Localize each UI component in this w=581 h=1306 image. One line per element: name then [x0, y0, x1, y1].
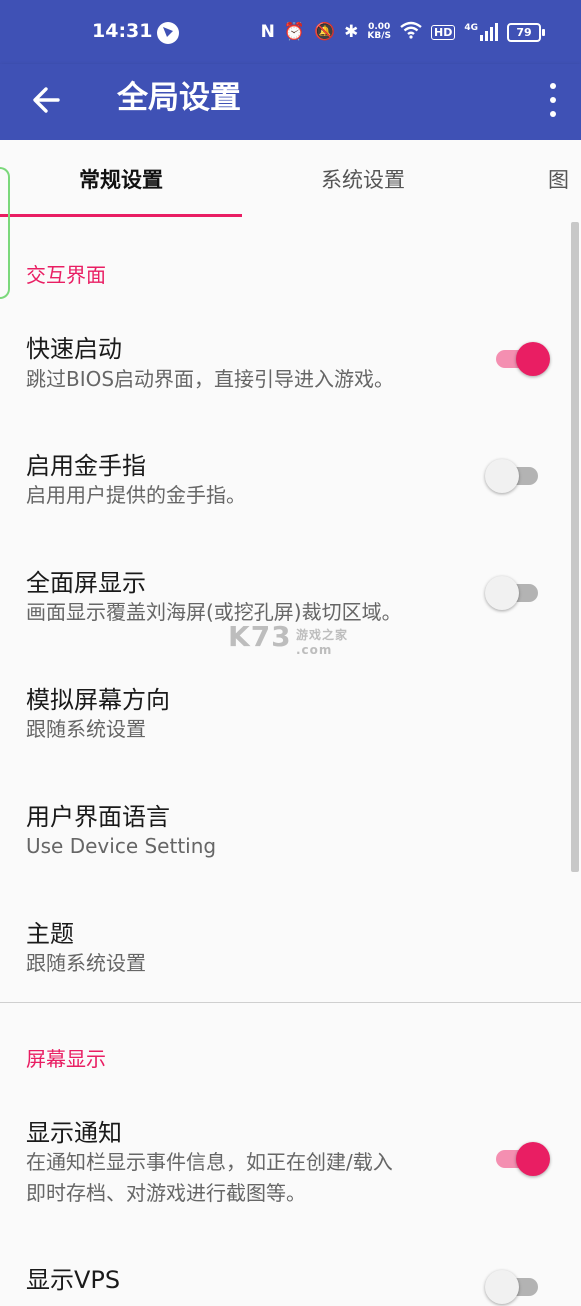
more-vert-icon [550, 83, 556, 89]
signal-label: 4G [464, 23, 478, 33]
more-options-button[interactable] [543, 76, 563, 124]
pref-cheats-summary: 启用用户提供的金手指。 [26, 483, 246, 507]
pref-screen-orientation-title[interactable]: 模拟屏幕方向 [26, 680, 170, 715]
watermark-subtitle: 游戏之家 .com [296, 628, 349, 657]
battery-indicator: 79 [507, 22, 545, 42]
tab-bar: 常规设置 系统设置 图 [0, 140, 581, 218]
switch-thumb [516, 1142, 550, 1176]
page-title: 全局设置 [117, 80, 241, 116]
back-button[interactable] [22, 76, 70, 124]
mute-icon: 🔕 [313, 22, 336, 42]
pref-notifications-summary-line2: 即时存档、对游戏进行截图等。 [26, 1181, 306, 1205]
pref-notifications-summary-line1: 在通知栏显示事件信息，如正在创建/载入 [26, 1150, 393, 1174]
tab-general-settings[interactable]: 常规设置 [0, 140, 242, 218]
network-speed-unit: KB/S [367, 31, 391, 41]
hd-badge: HD [431, 24, 456, 40]
switch-thumb [485, 1270, 519, 1304]
alarm-icon: ⏰ [283, 22, 305, 42]
fullscreen-switch[interactable] [485, 572, 542, 612]
tab-indicator [0, 214, 242, 217]
pref-cheats-title[interactable]: 启用金手指 [26, 446, 146, 481]
navigation-app-icon [157, 22, 179, 44]
cellular-signal-icon: 4G [464, 23, 498, 41]
pref-ui-language-summary: Use Device Setting [26, 834, 217, 858]
status-icons: N ⏰ 🔕 ✱ 0.00 KB/S HD 4G 79 [260, 19, 545, 45]
switch-thumb [485, 576, 519, 610]
wifi-icon [400, 21, 422, 44]
pref-notifications-title[interactable]: 显示通知 [26, 1113, 122, 1148]
show-vps-switch[interactable] [485, 1266, 542, 1306]
section-divider [0, 1002, 581, 1003]
pref-screen-orientation-summary: 跟随系统设置 [26, 717, 146, 741]
pref-ui-language-title[interactable]: 用户界面语言 [26, 797, 170, 832]
fast-boot-switch[interactable] [488, 338, 550, 378]
bluetooth-icon: ✱ [344, 22, 359, 42]
status-bar: 14:31 N ⏰ 🔕 ✱ 0.00 KB/S HD 4G 79 [0, 0, 581, 64]
nfc-icon: N [260, 22, 275, 42]
pref-theme-summary: 跟随系统设置 [26, 951, 146, 975]
status-time: 14:31 [92, 20, 153, 42]
k73-watermark: K73 游戏之家 .com [228, 620, 347, 657]
arrow-left-icon [33, 87, 60, 113]
tab-graphics-settings[interactable]: 图 [548, 140, 581, 218]
notifications-switch[interactable] [488, 1138, 550, 1178]
section-header-display: 屏幕显示 [26, 1047, 106, 1071]
watermark-logo: K73 [228, 620, 292, 653]
scrollbar[interactable] [571, 222, 579, 872]
tab-system-settings[interactable]: 系统设置 [242, 140, 484, 218]
pref-theme-title[interactable]: 主题 [26, 914, 74, 949]
edge-gesture-handle[interactable] [0, 167, 10, 299]
app-bar: 全局设置 [0, 64, 581, 140]
pref-fast-boot-summary: 跳过BIOS启动界面，直接引导进入游戏。 [26, 367, 395, 391]
cheats-switch[interactable] [485, 455, 542, 495]
pref-fast-boot-title[interactable]: 快速启动 [26, 329, 122, 364]
pref-fullscreen-title[interactable]: 全面屏显示 [26, 563, 146, 598]
pref-fullscreen-summary: 画面显示覆盖刘海屏(或挖孔屏)裁切区域。 [26, 600, 402, 624]
network-speed: 0.00 KB/S [367, 23, 391, 41]
section-header-interface: 交互界面 [26, 263, 106, 287]
switch-thumb [516, 342, 550, 376]
switch-thumb [485, 459, 519, 493]
